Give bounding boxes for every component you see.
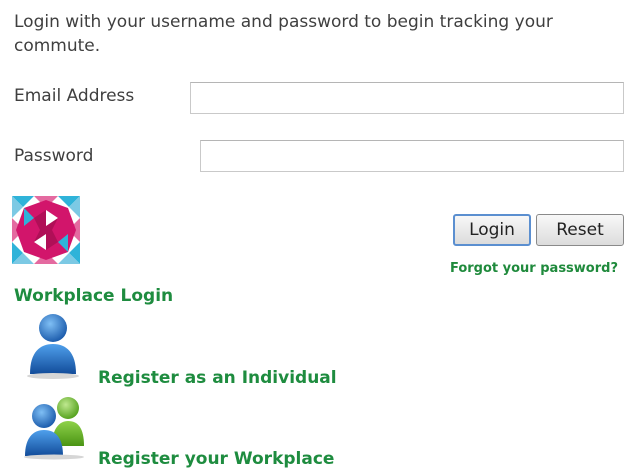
quilt-star-logo	[12, 196, 80, 264]
email-field[interactable]	[190, 82, 624, 114]
password-field[interactable]	[200, 140, 624, 172]
email-label: Email Address	[14, 86, 135, 106]
intro-text: Login with your username and password to…	[14, 12, 553, 56]
forgot-password-link[interactable]: Forgot your password?	[450, 261, 618, 276]
workplace-login-link[interactable]: Workplace Login	[14, 286, 173, 306]
register-workplace-link[interactable]: Register your Workplace	[98, 449, 334, 469]
single-person-icon	[27, 314, 79, 379]
password-label: Password	[14, 146, 94, 166]
two-people-icon	[24, 397, 84, 460]
reset-button[interactable]: Reset	[536, 214, 624, 246]
login-button[interactable]: Login	[453, 214, 531, 246]
register-individual-link[interactable]: Register as an Individual	[98, 368, 337, 388]
